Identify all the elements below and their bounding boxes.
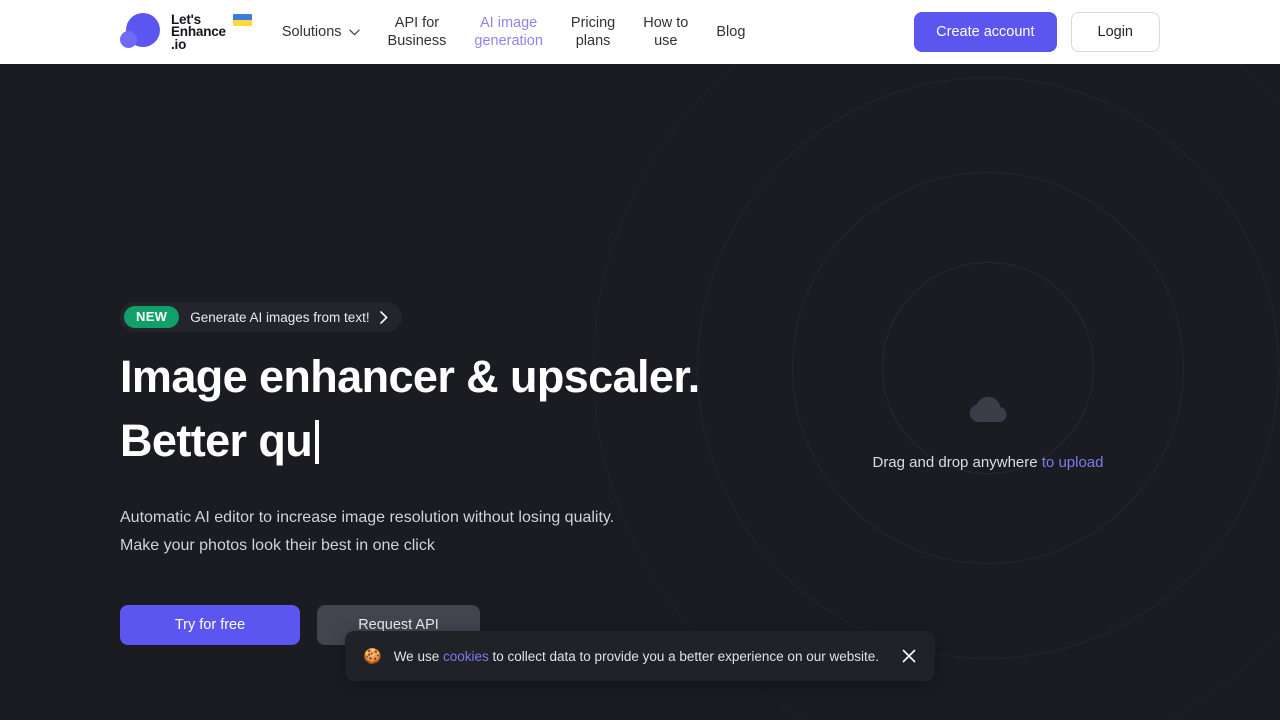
- landing-page: Let's Enhance .io Solutions API for Busi…: [0, 0, 1280, 720]
- subtitle-line-1: Automatic AI editor to increase image re…: [120, 509, 615, 526]
- cookies-link[interactable]: cookies: [443, 649, 489, 664]
- cookie-icon: 🍪: [363, 648, 382, 665]
- headline-line-1: Image enhancer & upscaler.: [120, 351, 700, 402]
- announcement-label: Generate AI images from text!: [190, 309, 370, 325]
- ukraine-flag-icon: [233, 13, 252, 26]
- upload-dropzone[interactable]: Drag and drop anywhere to upload: [838, 394, 1138, 471]
- header-actions: Create account Login: [914, 12, 1160, 52]
- login-button[interactable]: Login: [1070, 12, 1160, 52]
- nav-item-label: Solutions: [281, 24, 342, 40]
- dropzone-label: Drag and drop anywhere: [872, 454, 1042, 471]
- announcement-pill[interactable]: NEW Generate AI images from text!: [120, 302, 402, 332]
- upload-link[interactable]: to upload: [1042, 454, 1104, 471]
- nav-item-solutions[interactable]: Solutions: [268, 23, 374, 41]
- cookie-text-after: to collect data to provide you a better …: [488, 648, 879, 664]
- nav-item-pricing-plans[interactable]: Pricing plans: [557, 14, 629, 50]
- create-account-button[interactable]: Create account: [914, 12, 1057, 52]
- subtitle-line-2: Make your photos look their best in one …: [120, 537, 435, 554]
- dropzone-text: Drag and drop anywhere to upload: [838, 454, 1138, 471]
- try-for-free-button[interactable]: Try for free: [120, 605, 300, 645]
- logo-mark-icon: [120, 11, 162, 53]
- hero-section: NEW Generate AI images from text! Image …: [0, 64, 1280, 720]
- nav-item-blog[interactable]: Blog: [702, 23, 759, 41]
- cookie-text-before: We use: [393, 648, 443, 664]
- cookie-banner: 🍪 We use cookies to collect data to prov…: [345, 631, 935, 681]
- hero-subtitle: Automatic AI editor to increase image re…: [120, 504, 820, 560]
- nav-item-how-to-use[interactable]: How to use: [629, 14, 702, 50]
- cookie-message: We use cookies to collect data to provid…: [394, 649, 891, 664]
- cloud-upload-icon: [969, 396, 1007, 422]
- typing-caret: [315, 420, 320, 464]
- headline-line-2: Better qu: [120, 415, 313, 466]
- nav-item-ai-image-generation[interactable]: AI image generation: [460, 14, 557, 50]
- status-badge: NEW: [124, 306, 180, 328]
- site-header: Let's Enhance .io Solutions API for Busi…: [0, 0, 1280, 64]
- chevron-down-icon: [348, 29, 360, 36]
- page-title: Image enhancer & upscaler. Better qu: [120, 345, 900, 473]
- nav-item-api-for-business[interactable]: API for Business: [374, 14, 461, 50]
- logo-text: Let's Enhance .io: [171, 13, 252, 52]
- close-icon[interactable]: [901, 648, 917, 664]
- logo[interactable]: Let's Enhance .io: [120, 0, 252, 64]
- chevron-right-icon: [379, 310, 387, 324]
- main-nav: Solutions API for Business AI image gene…: [268, 0, 760, 64]
- logo-line-3: .io: [171, 36, 187, 52]
